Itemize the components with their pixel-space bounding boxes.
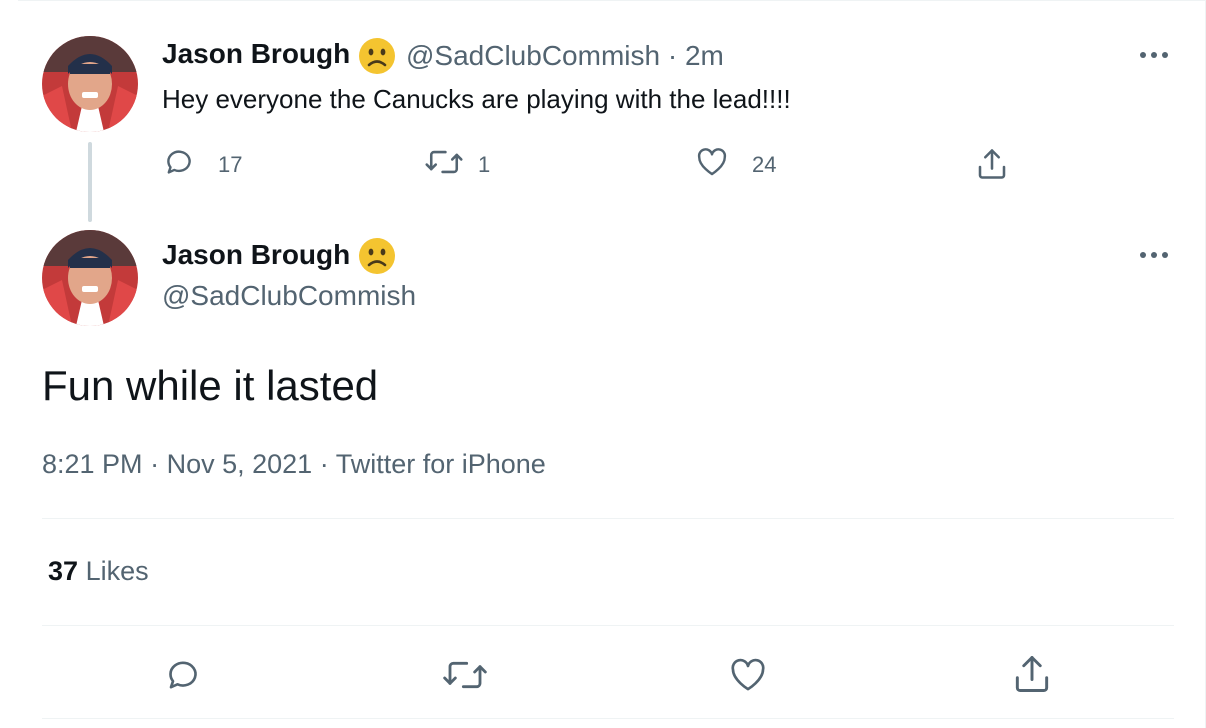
like-count: 24 bbox=[752, 151, 777, 177]
like-button[interactable]: 24 bbox=[694, 145, 776, 184]
divider bbox=[42, 625, 1174, 626]
avatar[interactable] bbox=[42, 36, 138, 132]
heart-icon bbox=[694, 145, 730, 184]
reply-icon bbox=[162, 661, 204, 699]
divider bbox=[42, 718, 1174, 719]
slightly-frowning-face-icon bbox=[358, 237, 396, 280]
retweet-count: 1 bbox=[478, 151, 491, 177]
likes-stat[interactable]: 37 Likes bbox=[48, 556, 149, 587]
share-button[interactable] bbox=[1010, 652, 1054, 701]
avatar[interactable] bbox=[42, 230, 138, 326]
slightly-frowning-face-icon bbox=[358, 37, 396, 80]
likes-count: 37 bbox=[48, 556, 79, 586]
thread-line bbox=[88, 142, 92, 222]
separator: · bbox=[667, 40, 678, 71]
handle[interactable]: @SadClubCommish bbox=[406, 40, 660, 71]
reply-icon bbox=[162, 145, 196, 184]
tweet-time[interactable]: 8:21 PM bbox=[42, 449, 143, 479]
tweet-text: Fun while it lasted bbox=[42, 362, 379, 409]
like-button[interactable] bbox=[726, 655, 770, 700]
handle-and-time: @SadClubCommish · 2m bbox=[406, 40, 724, 72]
divider bbox=[42, 518, 1174, 519]
retweet-icon bbox=[440, 661, 490, 699]
top-border bbox=[18, 0, 1206, 1]
display-name[interactable]: Jason Brough bbox=[162, 38, 350, 70]
retweet-button[interactable] bbox=[440, 655, 490, 700]
reply-button[interactable] bbox=[162, 655, 204, 700]
retweet-button[interactable]: 1 bbox=[424, 145, 490, 184]
reply-count: 17 bbox=[218, 151, 243, 177]
separator: · bbox=[150, 449, 160, 479]
share-button[interactable] bbox=[974, 145, 1010, 188]
timestamp[interactable]: 2m bbox=[685, 40, 724, 71]
tweet-text: Hey everyone the Canucks are playing wit… bbox=[162, 84, 791, 114]
tweet-meta: 8:21 PM · Nov 5, 2021 · Twitter for iPho… bbox=[42, 449, 546, 480]
handle[interactable]: @SadClubCommish bbox=[162, 280, 416, 312]
retweet-icon bbox=[424, 145, 464, 184]
display-name[interactable]: Jason Brough bbox=[162, 239, 350, 271]
separator: · bbox=[319, 449, 329, 479]
likes-label: Likes bbox=[85, 556, 149, 586]
tweet-date[interactable]: Nov 5, 2021 bbox=[167, 449, 313, 479]
share-icon bbox=[974, 145, 1010, 188]
reply-button[interactable]: 17 bbox=[162, 145, 242, 184]
heart-icon bbox=[726, 658, 770, 699]
more-icon[interactable] bbox=[1140, 250, 1172, 260]
more-icon[interactable] bbox=[1140, 50, 1172, 60]
tweet-source[interactable]: Twitter for iPhone bbox=[336, 449, 546, 479]
share-icon bbox=[1010, 656, 1054, 700]
